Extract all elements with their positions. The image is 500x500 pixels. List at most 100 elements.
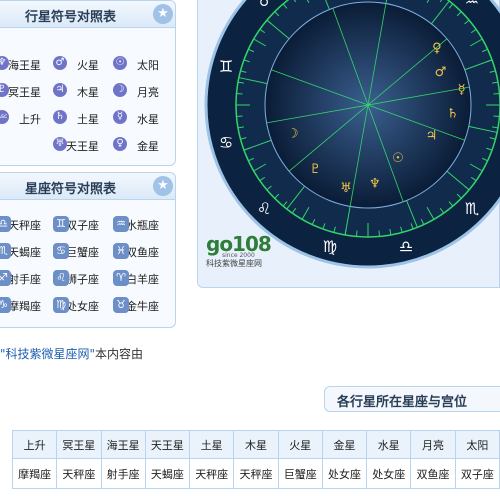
planet-name: 天王星 [66, 140, 99, 153]
planet-symbol-icon: ♂ [53, 56, 67, 70]
planet-glyph: ♆ [369, 177, 381, 192]
zodiac-name: 巨蟹座 [66, 246, 99, 259]
zodiac-name: 天蝎座 [8, 246, 41, 259]
zodiac-sign-glyph: ♉ [257, 0, 271, 10]
zodiac-name: 摩羯座 [8, 300, 41, 313]
table-header-cell: 上升 [11, 430, 58, 459]
zodiac-name: 处女座 [66, 300, 99, 313]
zodiac-symbol-icon: ♌ [53, 270, 69, 286]
astrology-chart-box: ♊♋♌♍♎♏♐♑♒♓♈♉♀♂☿♄♃☉♆♅♇☽ go108 since 2000 … [197, 0, 500, 288]
planet-name: 木星 [77, 86, 99, 99]
planet-glyph: ♅ [340, 181, 352, 196]
table-cell: 射手座 [100, 458, 146, 489]
planet-symbol-icon: ☿ [113, 110, 127, 124]
zodiac-symbol-icon: ♋ [53, 243, 69, 259]
planet-name: 海王星 [8, 59, 41, 72]
planet-name: 金星 [137, 140, 159, 153]
table-header-cell: 土星 [189, 430, 235, 459]
planet-glyph: ☽ [287, 126, 299, 141]
go108-logo: go108 since 2000 科技紫微星座网 [206, 232, 276, 268]
zodiac-sign-glyph: ♎ [399, 237, 413, 256]
table-cell: 天蝎座 [144, 458, 191, 489]
planet-symbol-panel: 行星符号对照表 ★ 太阳☉火星♂海王星♆月亮☽木星♃冥王星♇水星☿土星♄上升As… [0, 0, 176, 166]
star-icon: ★ [153, 4, 173, 24]
zodiac-symbol-icon: ♊ [53, 216, 69, 232]
zodiac-name: 天秤座 [8, 219, 41, 232]
planet-panel-title: 行星符号对照表 [25, 10, 117, 25]
zodiac-name: 白羊座 [126, 273, 159, 286]
planet-panel-header: 行星符号对照表 ★ [0, 1, 175, 28]
planet-name: 上升 [19, 113, 41, 126]
planet-name: 太阳 [137, 59, 159, 72]
credit-line: "科技紫微星座网"本内容由 [0, 345, 143, 362]
zodiac-name: 狮子座 [66, 273, 99, 286]
planet-glyph: ♃ [426, 129, 438, 144]
table-header-cell: 金星 [321, 430, 368, 459]
degree-tick [236, 115, 243, 118]
zodiac-sign-glyph: ♌ [257, 199, 271, 218]
planet-glyph: ♄ [447, 106, 459, 121]
table-header-cell: 太阳 [454, 430, 500, 459]
planet-name: 火星 [77, 59, 99, 72]
zodiac-symbol-icon: ♈ [113, 270, 129, 286]
planet-name: 冥王星 [8, 86, 41, 99]
zodiac-symbol-icon: ♓ [113, 243, 129, 259]
table-cell: 天秤座 [56, 458, 102, 489]
table-header-row: 上升 冥王星 海王星 天王星 土星 木星 火星 金星 水星 月亮 太阳 [11, 430, 500, 459]
planet-name: 土星 [77, 113, 99, 126]
degree-tick [493, 115, 500, 118]
table-cell: 天秤座 [189, 458, 235, 489]
table-cell: 天秤座 [233, 458, 279, 489]
planet-glyph: ☉ [392, 151, 404, 166]
table-header-cell: 月亮 [410, 430, 456, 459]
zodiac-symbol-icon: ♒ [113, 216, 129, 232]
zodiac-name: 双鱼座 [126, 246, 159, 259]
table-cell: 双鱼座 [410, 458, 456, 489]
degree-tick [493, 92, 500, 95]
table-cell: 摩羯座 [11, 458, 58, 489]
table-cell: 双子座 [454, 458, 500, 489]
planet-glyph: ☿ [458, 83, 466, 98]
planet-name: 水星 [137, 113, 159, 126]
table-header-cell: 火星 [277, 430, 323, 459]
degree-tick [236, 92, 243, 95]
zodiac-sign-glyph: ♊ [219, 57, 233, 76]
planet-glyph: ♇ [309, 162, 321, 177]
zodiac-name: 双子座 [66, 219, 99, 232]
table-cell: 处女座 [321, 458, 368, 489]
zodiac-panel-title: 星座符号对照表 [25, 182, 117, 197]
zodiac-sign-glyph: ♒ [465, 0, 479, 10]
table-header-cell: 水星 [366, 430, 412, 459]
planet-symbol-icon: ☉ [113, 56, 127, 70]
planet-glyph: ♂ [435, 65, 447, 80]
zodiac-symbol-icon: ♎ [0, 216, 11, 232]
table-header-cell: 海王星 [100, 430, 146, 459]
table-header-cell: 木星 [233, 430, 279, 459]
zodiac-sign-glyph: ♍ [323, 237, 337, 256]
zodiac-symbol-icon: ♉ [113, 297, 129, 313]
zodiac-symbol-panel: 星座符号对照表 ★ 水瓶座 ♒ 双子座 ♊ 天秤座 ♎ 双鱼座 ♓ 巨蟹座 ♋ 天蝎座 ♏ 白羊座 ♈ 狮子… [0, 172, 176, 328]
credit-prefix: 本内容由 [95, 347, 144, 361]
zodiac-name: 水瓶座 [126, 219, 159, 232]
zodiac-symbol-icon: ♏ [0, 243, 11, 259]
table-header-cell: 冥王星 [56, 430, 102, 459]
planet-symbol-icon: ♃ [53, 83, 67, 97]
zodiac-name: 射手座 [8, 273, 41, 286]
table-cell: 处女座 [366, 458, 412, 489]
planet-placement-table: 上升 冥王星 海王星 天王星 土星 木星 火星 金星 水星 月亮 太阳 摩羯座 天秤座 射手座 天蝎座 天秤… [11, 430, 500, 489]
planet-symbol-icon: ♅ [53, 137, 67, 151]
zodiac-symbol-icon: ♐ [0, 270, 11, 286]
zodiac-panel-header: 星座符号对照表 ★ [0, 173, 175, 200]
section-header: 各行星所在星座与宫位 [324, 386, 500, 412]
planet-symbol-icon: Asc [0, 110, 9, 124]
planet-name: 月亮 [137, 86, 159, 99]
table-row: 摩羯座 天秤座 射手座 天蝎座 天秤座 天秤座 巨蟹座 处女座 处女座 双鱼座 双子座 [11, 458, 500, 489]
planet-symbol-icon: ☽ [113, 83, 127, 97]
zodiac-name: 金牛座 [126, 300, 159, 313]
credit-link[interactable]: "科技紫微星座网" [0, 347, 95, 361]
zodiac-sign-glyph: ♋ [219, 133, 233, 152]
degree-tick [355, 230, 358, 237]
star-icon: ★ [153, 176, 173, 196]
planet-symbol-icon: ♀ [113, 137, 127, 151]
zodiac-symbol-icon: ♑ [0, 297, 11, 313]
